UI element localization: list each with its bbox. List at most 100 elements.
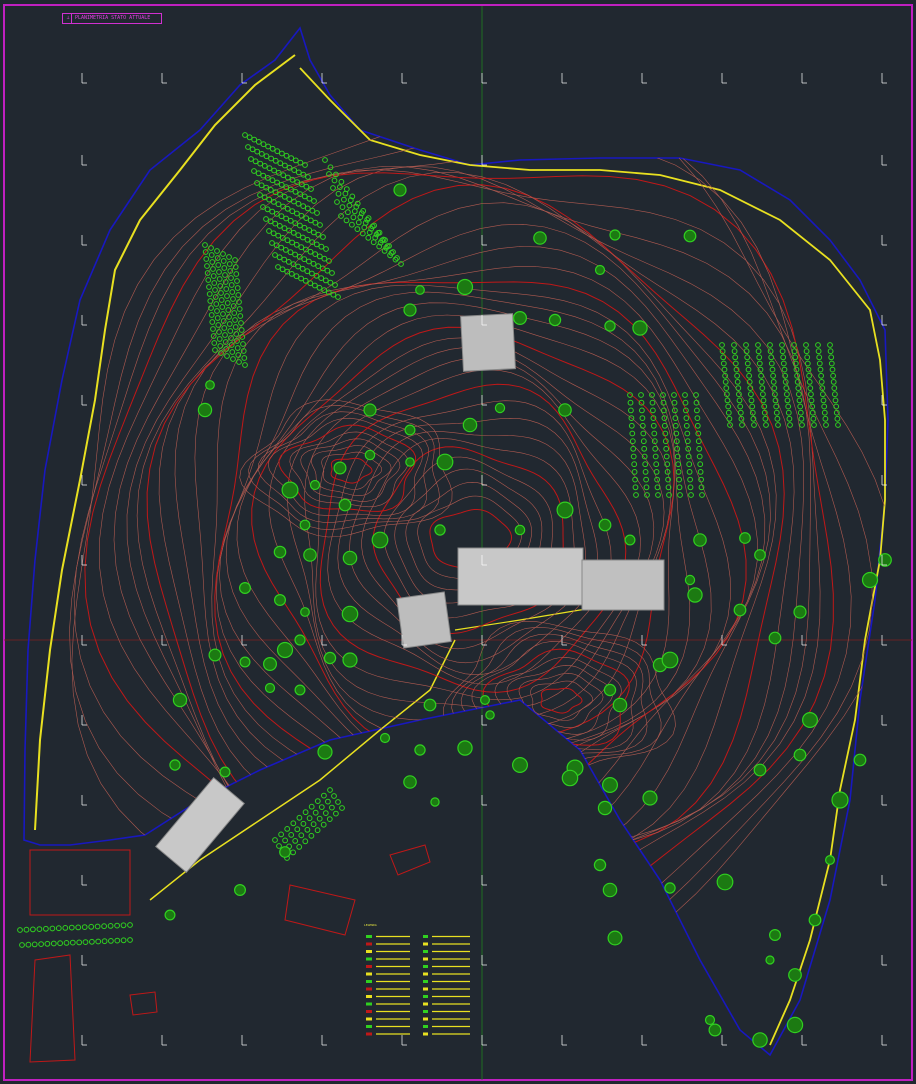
tree-icon (330, 185, 336, 191)
tree-icon (675, 469, 682, 475)
grid-crosshair-icon (81, 235, 87, 246)
tree-icon (62, 925, 69, 931)
tree-icon (338, 213, 344, 219)
tree-icon (346, 202, 353, 209)
tree-icon (650, 422, 657, 429)
tree-icon (249, 146, 256, 153)
tree-icon (349, 221, 355, 228)
tree-icon (739, 532, 751, 544)
tree-icon (269, 145, 276, 152)
tree-icon (239, 581, 252, 594)
grid-crosshair-icon (401, 73, 407, 84)
tree-icon (215, 262, 222, 268)
tree-icon (641, 445, 648, 452)
tree-icon (354, 226, 361, 233)
tree-icon (257, 160, 264, 167)
building-greenhouse (155, 776, 245, 874)
tree-icon (306, 227, 313, 234)
tree-icon (309, 479, 321, 491)
tree-icon (282, 837, 289, 844)
tree-icon (768, 360, 775, 367)
tree-icon (220, 311, 226, 317)
tree-icon (285, 259, 292, 265)
tree-icon (832, 397, 839, 404)
tree-icon (731, 342, 737, 348)
tree-icon (298, 212, 305, 219)
tree-icon (793, 605, 807, 619)
legend-swatch (366, 980, 372, 983)
tree-icon (263, 216, 269, 222)
tree-icon (698, 476, 704, 483)
tree-icon (333, 461, 347, 475)
tree-icon (63, 940, 70, 946)
tree-icon (55, 925, 62, 932)
tree-icon (205, 380, 215, 390)
tree-icon (803, 342, 809, 348)
tree-icon (19, 942, 25, 948)
tree-icon (298, 244, 305, 251)
drawing-title-box: ⊥ PLANIMETRIA STATO ATTUALE (62, 13, 162, 24)
tree-icon (95, 938, 102, 945)
tree-icon (661, 422, 668, 429)
tree-icon (704, 1014, 716, 1026)
tree-icon (269, 240, 275, 246)
tree-icon (723, 385, 730, 392)
tree-icon (276, 223, 283, 229)
grid-crosshair-icon (801, 1035, 807, 1046)
legend-swatch (366, 1032, 372, 1036)
tree-icon (738, 415, 745, 422)
tree-icon (327, 279, 334, 286)
tree-icon (630, 445, 637, 452)
tree-icon (462, 417, 478, 433)
tree-icon (69, 939, 76, 946)
tree-icon (752, 1032, 768, 1048)
tree-icon (309, 207, 316, 214)
tree-icon (321, 792, 327, 799)
tree-icon (675, 461, 682, 468)
tree-icon (251, 168, 257, 174)
tree-icon (335, 799, 341, 805)
tree-icon (254, 148, 261, 155)
tree-icon (760, 397, 767, 404)
tree-icon (332, 282, 338, 288)
tree-icon (726, 415, 733, 422)
tree-icon (370, 239, 377, 246)
tree-icon (245, 144, 251, 150)
tree-icon (751, 422, 757, 428)
legend-swatch (366, 987, 372, 991)
tree-icon (779, 342, 785, 348)
tree-icon (725, 409, 732, 416)
tree-icon (624, 534, 636, 546)
tree-icon (208, 245, 214, 251)
tree-icon (292, 838, 299, 844)
tree-icon (272, 157, 279, 164)
tree-icon (804, 354, 811, 361)
tree-icon (316, 815, 323, 822)
tree-icon (816, 354, 823, 361)
legend-swatch (423, 957, 428, 961)
tree-icon (114, 922, 120, 929)
grid-crosshair-icon (81, 715, 87, 726)
tree-icon (307, 248, 314, 255)
tree-icon (811, 422, 817, 428)
contour-line (506, 665, 613, 735)
tree-icon (756, 360, 763, 367)
tree-icon (797, 409, 804, 416)
tree-icon (101, 938, 108, 945)
tree-icon (808, 397, 815, 404)
tree-icon (339, 204, 346, 211)
tree-icon (297, 159, 304, 166)
tree-icon (275, 201, 282, 208)
tree-icon (405, 457, 415, 467)
tree-icon (687, 484, 694, 491)
tree-icon (286, 196, 293, 203)
tree-icon (224, 293, 230, 299)
tree-icon (756, 354, 763, 361)
tree-icon (643, 484, 650, 491)
tree-icon (796, 397, 803, 404)
tree-icon (739, 422, 745, 428)
tree-icon (206, 291, 213, 297)
tree-icon (797, 403, 804, 410)
tree-icon (511, 756, 528, 773)
tree-icon (231, 310, 238, 316)
